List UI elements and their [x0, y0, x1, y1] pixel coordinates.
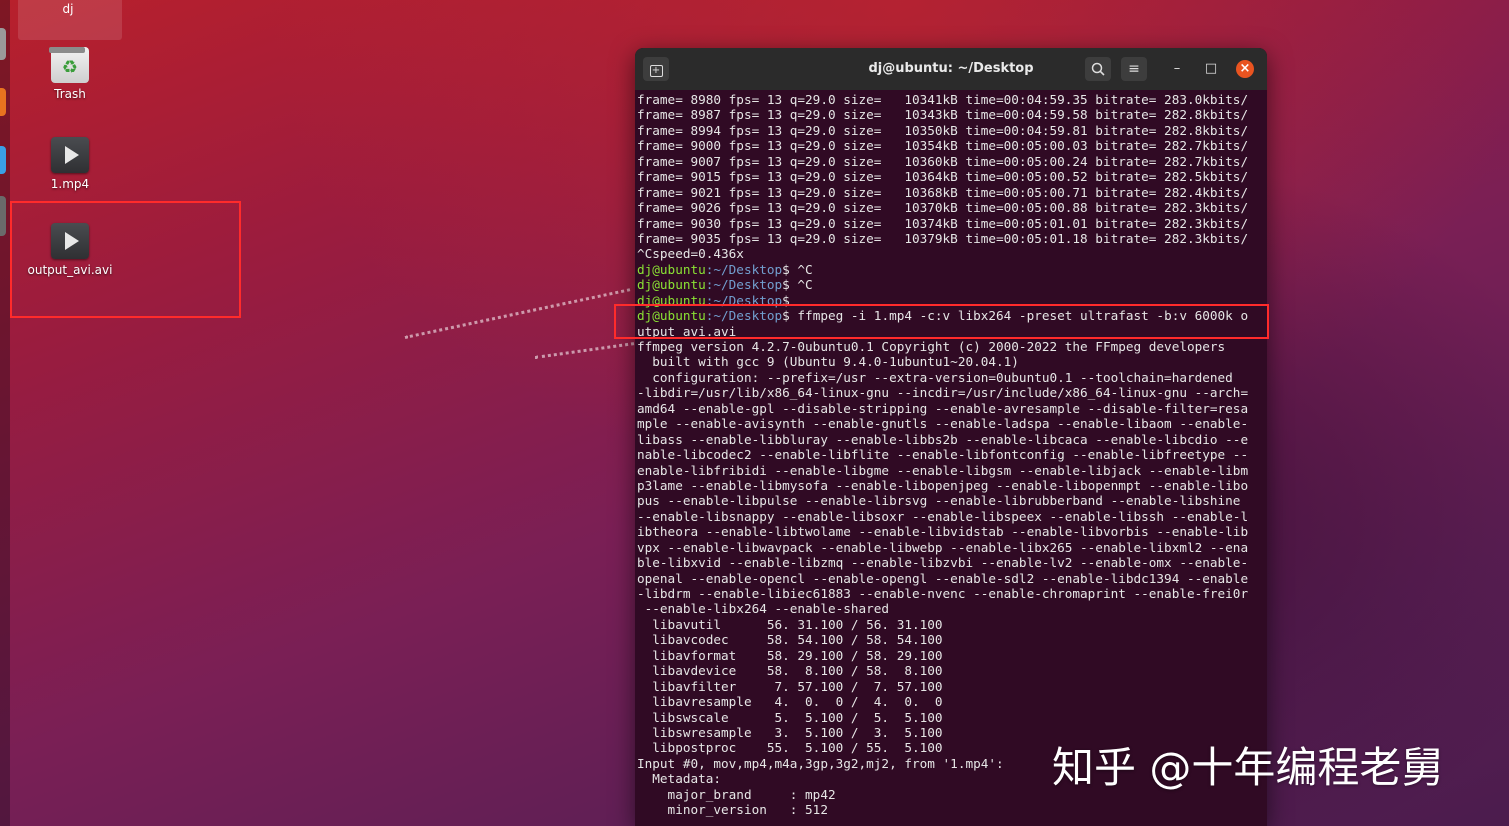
watermark: 知乎 @十年编程老舅	[1052, 743, 1444, 792]
dock	[0, 0, 10, 826]
terminal-line: frame= 9007 fps= 13 q=29.0 size= 10360kB…	[637, 153, 1249, 169]
prompt-path: :~/Desktop	[705, 261, 783, 277]
trash-label: Trash	[54, 87, 86, 101]
terminal-line: amd64 --enable-gpl --disable-stripping -…	[637, 400, 1249, 416]
terminal-line: libavcodec 58. 54.100 / 58. 54.100	[637, 632, 943, 648]
highlight-box-output-file	[10, 201, 241, 318]
terminal-line: built with gcc 9 (Ubuntu 9.4.0-1ubuntu1~…	[637, 354, 1019, 370]
wallpaper-dotted-line	[404, 288, 631, 339]
terminal-line: ibtheora --enable-libtwolame --enable-li…	[637, 524, 1249, 540]
terminal-line: minor_version : 512	[637, 802, 828, 818]
dock-app-indicator[interactable]	[0, 28, 6, 60]
terminal-line: ble-libxvid --enable-libzmq --enable-lib…	[637, 555, 1249, 571]
terminal-output[interactable]: frame= 8980 fps= 13 q=29.0 size= 10341kB…	[637, 92, 1267, 826]
terminal-line: openal --enable-opencl --enable-opengl -…	[637, 570, 1249, 586]
close-button[interactable]: ×	[1236, 60, 1254, 78]
terminal-line: libavutil 56. 31.100 / 56. 31.100	[637, 616, 943, 632]
dock-app-indicator[interactable]	[0, 146, 6, 174]
terminal-line: libass --enable-libbluray --enable-libbs…	[637, 431, 1249, 447]
terminal-line: vpx --enable-libwavpack --enable-libwebp…	[637, 539, 1249, 555]
terminal-line: p3lame --enable-libmysofa --enable-libop…	[637, 477, 1249, 493]
terminal-window[interactable]: + dj@ubuntu: ~/Desktop ≡ – □ × frame= 89…	[635, 48, 1267, 826]
dock-app-indicator[interactable]	[0, 88, 6, 116]
wallpaper-dotted-line	[534, 342, 635, 359]
terminal-line: ffmpeg version 4.2.7-0ubuntu0.1 Copyrigh…	[637, 339, 1226, 354]
prompt-user: dj@ubuntu	[637, 261, 706, 277]
terminal-line: -libdrm --enable-libiec61883 --enable-nv…	[637, 586, 1249, 601]
terminal-line: frame= 9035 fps= 13 q=29.0 size= 10379kB…	[637, 230, 1249, 246]
terminal-line: pus --enable-libpulse --enable-librsvg -…	[637, 493, 1241, 509]
minimize-button[interactable]: –	[1168, 60, 1186, 78]
terminal-line: ^Cspeed=0.436x	[637, 246, 744, 262]
prompt-symbol: $	[782, 261, 790, 277]
command-text: ^C	[789, 261, 813, 277]
terminal-line: nable-libcodec2 --enable-libflite --enab…	[637, 447, 1249, 463]
terminal-line: configuration: --prefix=/usr --extra-ver…	[637, 369, 1233, 385]
desktop-icon-trash[interactable]: ♻ Trash	[25, 47, 115, 101]
home-folder-label: dj	[62, 2, 74, 16]
terminal-line: frame= 8987 fps= 13 q=29.0 size= 10343kB…	[637, 107, 1249, 123]
prompt-user: dj@ubuntu	[637, 277, 706, 293]
terminal-line: frame= 8994 fps= 13 q=29.0 size= 10350kB…	[637, 122, 1249, 138]
terminal-titlebar[interactable]: + dj@ubuntu: ~/Desktop ≡ – □ ×	[635, 48, 1267, 90]
desktop-icon-1mp4[interactable]: 1.mp4	[25, 137, 115, 191]
command-text: ^C	[789, 277, 813, 293]
terminal-line: enable-libfribidi --enable-libgme --enab…	[637, 462, 1249, 478]
terminal-line: dj@ubuntu:~/Desktop$ ^C	[637, 277, 1267, 292]
terminal-line: libswscale 5. 5.100 / 5. 5.100	[637, 709, 943, 725]
terminal-line: libavresample 4. 0. 0 / 4. 0. 0	[637, 694, 943, 710]
maximize-button[interactable]: □	[1202, 60, 1220, 78]
terminal-line: libavformat 58. 29.100 / 58. 29.100	[637, 647, 943, 663]
terminal-line: frame= 9015 fps= 13 q=29.0 size= 10364kB…	[637, 169, 1249, 185]
desktop-home-folder[interactable]: dj	[18, 0, 122, 40]
file-label: 1.mp4	[50, 177, 90, 191]
prompt-symbol: $	[782, 277, 790, 293]
terminal-line: -libdir=/usr/lib/x86_64-linux-gnu --incd…	[637, 385, 1249, 401]
terminal-line: --enable-libsnappy --enable-libsoxr --en…	[637, 508, 1249, 524]
video-file-icon	[51, 137, 89, 173]
prompt-path: :~/Desktop	[705, 277, 783, 293]
terminal-line: --enable-libx264 --enable-shared	[637, 601, 890, 617]
terminal-line: frame= 9026 fps= 13 q=29.0 size= 10370kB…	[637, 200, 1249, 216]
terminal-line: libavdevice 58. 8.100 / 58. 8.100	[637, 663, 943, 679]
dock-app-indicator[interactable]	[0, 196, 6, 236]
highlight-box-command	[614, 304, 1269, 339]
search-button[interactable]	[1085, 57, 1111, 81]
terminal-line: dj@ubuntu:~/Desktop$ ^C	[637, 262, 1267, 277]
search-icon	[1091, 62, 1105, 76]
terminal-line: mple --enable-avisynth --enable-gnutls -…	[637, 416, 1249, 432]
terminal-line: libavfilter 7. 57.100 / 7. 57.100	[637, 678, 943, 694]
hamburger-menu-icon: ≡	[1128, 61, 1140, 77]
terminal-line: frame= 8980 fps= 13 q=29.0 size= 10341kB…	[637, 92, 1249, 107]
menu-button[interactable]: ≡	[1121, 57, 1147, 81]
trash-icon: ♻	[49, 47, 89, 83]
terminal-line: frame= 9000 fps= 13 q=29.0 size= 10354kB…	[637, 138, 1249, 154]
terminal-line: frame= 9030 fps= 13 q=29.0 size= 10374kB…	[637, 215, 1249, 231]
terminal-line: frame= 9021 fps= 13 q=29.0 size= 10368kB…	[637, 184, 1249, 200]
